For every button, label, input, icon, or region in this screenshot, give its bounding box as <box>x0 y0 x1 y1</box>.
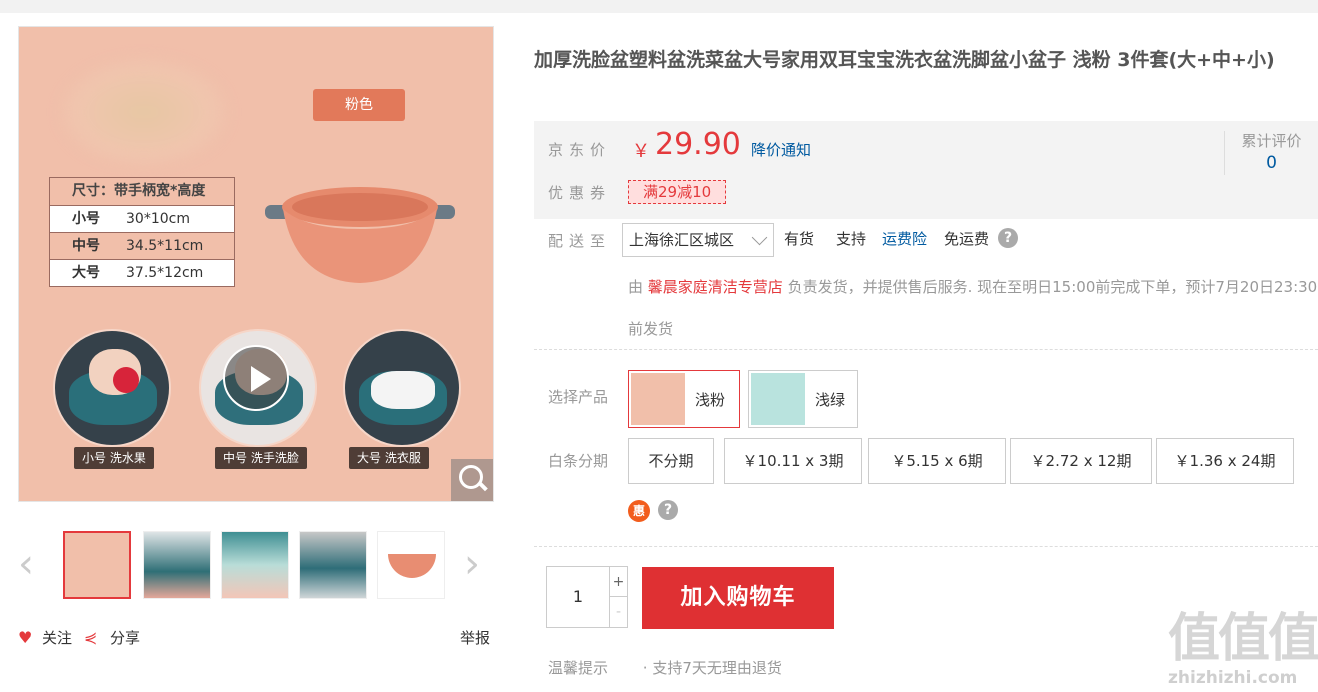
watermark: 值值值 zhizhizhi.com <box>1168 604 1318 692</box>
follow-link[interactable]: 关注 <box>42 628 72 648</box>
installment-option[interactable]: 不分期 <box>628 438 714 484</box>
size-dims: 34.5*11cm <box>126 238 204 254</box>
address-value: 上海徐汇区城区 <box>629 231 735 249</box>
free-shipping-label: 免运费 <box>944 230 990 248</box>
size-name: 小号 <box>72 211 100 227</box>
installment-option[interactable]: ￥5.15 x 6期 <box>868 438 1006 484</box>
delivery-label: 配送至 <box>548 232 612 250</box>
thumbnail-3[interactable] <box>221 531 289 599</box>
thumbnail-5[interactable] <box>377 531 445 599</box>
variant-name: 浅绿 <box>815 391 846 409</box>
thumbnail-4[interactable] <box>299 531 367 599</box>
variant-pink-image <box>631 373 685 425</box>
size-table: 尺寸：带手柄宽*高度 小号 30*10cm 中号 34.5*11cm 大号 37… <box>49 177 235 287</box>
price-value: 29.90 <box>655 127 741 162</box>
variant-pink[interactable]: 浅粉 <box>628 370 740 428</box>
size-row-small: 小号 30*10cm <box>50 205 234 232</box>
price-label: 京东价 <box>548 141 612 159</box>
review-count[interactable]: 0 <box>1225 151 1318 175</box>
thumbnail-1[interactable] <box>63 531 131 599</box>
divider <box>534 349 1318 350</box>
thumbnail-2[interactable] <box>143 531 211 599</box>
tips: 温馨提示 · 支持7天无理由退货 <box>548 657 782 678</box>
size-row-medium: 中号 34.5*11cm <box>50 232 234 259</box>
installment-label: 白条分期 <box>548 452 609 470</box>
watermark-url: zhizhizhi.com <box>1168 668 1298 688</box>
share-icon[interactable]: ⋞ <box>84 628 97 648</box>
minus-button[interactable]: - <box>609 597 627 627</box>
choose-section: 选择产品 浅粉 浅绿 白条分期 不分期 ￥10.11 x 3期 ￥5.15 x … <box>534 366 1318 536</box>
variant-green[interactable]: 浅绿 <box>748 370 858 428</box>
installment-option[interactable]: ￥2.72 x 12期 <box>1010 438 1152 484</box>
tips-text: · 支持7天无理由退货 <box>642 659 782 677</box>
heart-icon[interactable]: ♥ <box>18 628 32 648</box>
circle-fruit-wash <box>53 329 171 447</box>
price-notify-link[interactable]: 降价通知 <box>751 139 811 160</box>
promo-icon[interactable]: 惠 <box>628 500 650 522</box>
prev-thumbnail-icon[interactable]: ‹ <box>18 544 48 584</box>
quantity-stepper[interactable]: 1 + - <box>546 566 628 628</box>
product-title: 加厚洗脸盆塑料盆洗菜盆大号家用双耳宝宝洗衣盆洗脚盆小盆子 浅粉 3件套(大+中+… <box>534 49 1275 71</box>
quantity-input[interactable]: 1 <box>547 567 609 627</box>
freight-insurance-link[interactable]: 运费险 <box>882 228 927 249</box>
address-selector[interactable]: 上海徐汇区城区 <box>622 223 774 257</box>
variant-green-image <box>751 373 805 425</box>
delivery-section: 配送至 上海徐汇区城区 有货 支持 运费险 免运费 ? 由 馨晨家庭清洁专营店 … <box>534 222 1318 348</box>
help-icon[interactable]: ? <box>998 228 1018 248</box>
help-icon[interactable]: ? <box>658 500 678 520</box>
size-dims: 37.5*12cm <box>126 265 204 281</box>
caption-medium: 中号 洗手洗脸 <box>215 447 307 469</box>
seller-prefix: 由 <box>628 278 644 296</box>
thumbnail-strip: ‹ › <box>18 528 494 602</box>
size-table-header: 尺寸：带手柄宽*高度 <box>50 178 234 205</box>
top-bar <box>0 0 1318 13</box>
coupon-badge[interactable]: 满29减10 <box>628 180 727 204</box>
size-name: 中号 <box>72 238 100 254</box>
next-thumbnail-icon[interactable]: › <box>464 544 494 584</box>
zoom-icon[interactable] <box>451 459 493 501</box>
price-summary: 京东价 ￥ 29.90 降价通知 优惠券 满29减10 累计评价 0 <box>534 121 1318 219</box>
size-name: 大号 <box>72 265 100 281</box>
installment-option[interactable]: ￥1.36 x 24期 <box>1156 438 1294 484</box>
chevron-down-icon <box>751 229 768 246</box>
report-link[interactable]: 举报 <box>460 628 490 648</box>
watermark-logo: 值值值 <box>1168 609 1318 669</box>
caption-small: 小号 洗水果 <box>74 447 154 469</box>
main-product-image[interactable]: 粉色 尺寸：带手柄宽*高度 小号 30*10cm 中号 34.5*11cm 大号… <box>18 26 494 502</box>
stock-status: 有货 <box>784 230 815 248</box>
share-link[interactable]: 分享 <box>110 628 140 648</box>
play-video-icon[interactable] <box>223 345 289 411</box>
installment-option[interactable]: ￥10.11 x 3期 <box>724 438 862 484</box>
divider <box>534 546 1318 547</box>
coupon-label: 优惠券 <box>548 184 612 202</box>
blurred-brand-logo <box>59 57 229 167</box>
support-label: 支持 <box>836 230 867 248</box>
pink-basin-image <box>265 187 455 283</box>
color-tag: 粉色 <box>313 89 405 121</box>
review-label: 累计评价 <box>1241 132 1302 150</box>
social-bar: ♥ 关注 ⋞ 分享 举报 <box>18 628 494 648</box>
caption-large: 大号 洗衣服 <box>349 447 429 469</box>
currency-symbol: ￥ <box>632 141 650 162</box>
shop-name-link[interactable]: 馨晨家庭清洁专营店 <box>648 278 783 296</box>
review-summary[interactable]: 累计评价 0 <box>1224 131 1318 175</box>
circle-clothes-wash <box>343 329 461 447</box>
seller-info: 由 馨晨家庭清洁专营店 负责发货，并提供售后服务. 现在至明日15:00前完成下… <box>628 266 1318 350</box>
variant-label: 选择产品 <box>548 388 609 406</box>
size-row-large: 大号 37.5*12cm <box>50 259 234 286</box>
plus-button[interactable]: + <box>609 567 627 597</box>
size-dims: 30*10cm <box>126 211 190 227</box>
variant-name: 浅粉 <box>695 391 726 409</box>
tips-label: 温馨提示 <box>548 659 609 677</box>
add-to-cart-button[interactable]: 加入购物车 <box>642 567 834 629</box>
